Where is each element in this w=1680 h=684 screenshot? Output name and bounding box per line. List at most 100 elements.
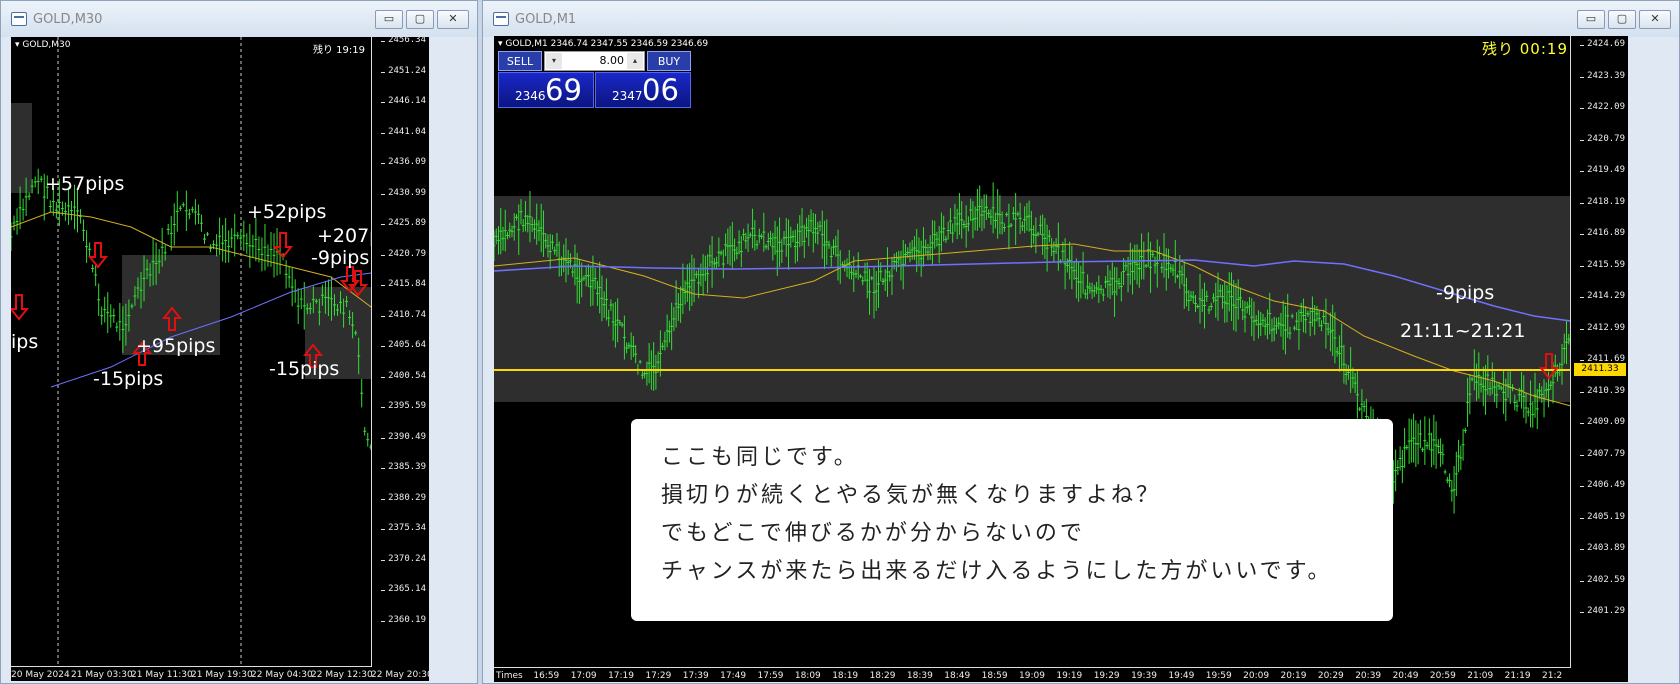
bid-price-box[interactable]: 2346 69	[498, 72, 594, 108]
time-tick-label: 17:49	[720, 671, 747, 681]
time-tick-label: 19:19	[1056, 671, 1083, 681]
bid-price-digits: 69	[545, 73, 582, 107]
pips-label-cut: ips	[11, 331, 39, 353]
m30-chart-area[interactable]: ▾ GOLD,M30 残り 19:19 ips +57pips +95pips …	[11, 37, 429, 681]
time-tick-label: 22 May 04:30	[251, 670, 313, 680]
chart-window-icon	[493, 12, 509, 26]
minimize-button[interactable]: ▭	[375, 10, 403, 29]
m1-chart-area[interactable]: ▾ GOLD,M1 2346.74 2347.55 2346.59 2346.6…	[494, 36, 1628, 682]
pips-label: -9pips	[1436, 282, 1495, 304]
right-window-title: GOLD,M1	[515, 11, 577, 27]
time-tick-label: 18:39	[906, 671, 933, 681]
maximize-button[interactable]: ▢	[1608, 10, 1636, 29]
time-tick-label: 16:59	[533, 671, 560, 681]
m30-price-axis[interactable]: 2456.34 2451.24 2446.14 2441.04 2436.09 2430.…	[371, 37, 429, 681]
left-chart-window[interactable]: GOLD,M30 ▭ ▢ ✕ ▾ GOLD,M30 残り 19:19 ips +…	[0, 0, 478, 684]
time-tick-label: 17:39	[682, 671, 709, 681]
lot-size-input[interactable]: ▾ 8.00 ▴	[544, 51, 645, 71]
lot-increase-button[interactable]: ▴	[627, 53, 643, 69]
price-tick-label: 2451.24	[381, 65, 426, 76]
note-line: でもどこで伸びるかが分からないので	[661, 521, 1085, 546]
time-tick-label: 18:29	[869, 671, 896, 681]
commentary-box: ここも同じです。 損切りが続くとやる気が無くなりますよね？ でもどこで伸びるかが…	[631, 419, 1393, 621]
time-tick-label: 17:09	[570, 671, 597, 681]
time-tick-label: 19:09	[1019, 671, 1045, 681]
time-tick-label: 21 May 03:30	[71, 670, 133, 680]
price-tick-label: 2410.74	[381, 309, 426, 320]
m1-price-axis[interactable]: 2424.69 2423.39 2422.09 2420.79 2419.49 2418.…	[1570, 36, 1628, 682]
price-tick-label: 2405.64	[381, 340, 426, 351]
time-tick-label: 21:19	[1504, 671, 1531, 681]
pips-label: -9pips	[311, 247, 370, 269]
pips-label: -15pips	[269, 358, 340, 380]
price-tick-label: 2420.79	[381, 248, 426, 259]
close-button[interactable]: ✕	[1639, 10, 1671, 29]
close-button[interactable]: ✕	[437, 10, 469, 29]
price-tick-label: 2425.89	[381, 218, 426, 229]
time-tick-label: 20:59	[1429, 671, 1456, 681]
time-tick-label: 19:39	[1131, 671, 1157, 681]
price-tick-label: 2402.59	[1580, 574, 1625, 585]
price-tick-label: 2380.29	[381, 492, 426, 503]
left-window-titlebar[interactable]: GOLD,M30 ▭ ▢ ✕	[1, 1, 477, 37]
price-line-tag: 2411.33	[1574, 363, 1626, 376]
time-tick-label: 18:19	[832, 671, 859, 681]
time-tick-label: 21:09	[1467, 671, 1494, 681]
lot-size-value: 8.00	[599, 54, 625, 67]
time-tick-label: 20:09	[1243, 671, 1270, 681]
time-tick-label: 17:29	[645, 671, 672, 681]
time-tick-label: 20:39	[1355, 671, 1382, 681]
lot-decrease-button[interactable]: ▾	[546, 53, 562, 69]
price-tick-label: 2446.14	[381, 96, 426, 107]
price-tick-label: 2424.69	[1580, 39, 1625, 49]
time-tick-label: 18:49	[944, 671, 971, 681]
pips-label: +57pips	[45, 173, 125, 195]
pips-label: +95pips	[136, 335, 216, 357]
note-line: チャンスが来たら出来るだけ入るようにした方がいいです。	[661, 559, 1333, 584]
price-tick-label: 2407.79	[1580, 448, 1625, 459]
right-window-titlebar[interactable]: GOLD,M1 ▭ ▢ ✕	[483, 1, 1679, 37]
price-tick-label: 2430.99	[381, 187, 426, 198]
price-tick-label: 2390.49	[381, 431, 426, 442]
time-tick-label: 20:19	[1280, 671, 1307, 681]
note-line: ここも同じです。	[661, 445, 859, 470]
m1-symbol-label: ▾ GOLD,M1 2346.74 2347.55 2346.59 2346.6…	[498, 39, 709, 49]
maximize-button[interactable]: ▢	[406, 10, 434, 29]
price-tick-label: 2420.79	[1580, 133, 1625, 144]
price-tick-label: 2406.49	[1580, 480, 1625, 490]
pips-label: -15pips	[93, 368, 164, 390]
note-line: 損切りが続くとやる気が無くなりますよね？	[661, 483, 1162, 508]
time-tick-label: 22 May 20:30	[371, 670, 429, 680]
price-tick-label: 2360.19	[381, 615, 426, 625]
pips-label: +52pips	[247, 201, 327, 223]
price-tick-label: 2400.54	[381, 370, 426, 381]
time-tick-label: 19:59	[1205, 671, 1232, 681]
time-tick-label: 20 May 2024	[11, 670, 70, 680]
price-tick-label: 2370.24	[381, 553, 426, 564]
m30-time-axis[interactable]: 20 May 2024 21 May 03:30 21 May 11:30 21 Ma…	[11, 666, 429, 681]
price-tick-label: 2441.04	[381, 126, 426, 137]
minimize-button[interactable]: ▭	[1577, 10, 1605, 29]
price-tick-label: 2401.29	[1580, 606, 1625, 616]
price-tick-label: 2436.09	[381, 157, 426, 168]
ask-price-prefix: 2347	[612, 89, 643, 103]
time-tick-label: 18:09	[794, 671, 821, 681]
time-tick-label: 18:59	[981, 671, 1008, 681]
time-tick-label: 19:49	[1168, 671, 1195, 681]
price-tick-label: 2365.14	[381, 584, 426, 595]
time-tick-label: 21:2	[1542, 671, 1563, 681]
time-tick-label: Times	[496, 671, 523, 681]
time-tick-label: 20:49	[1392, 671, 1419, 681]
price-tick-label: 2403.89	[1580, 543, 1625, 553]
time-tick-label: 21 May 19:30	[191, 670, 253, 680]
price-tick-label: 2410.39	[1580, 385, 1625, 396]
sell-button[interactable]: SELL	[498, 51, 542, 71]
price-tick-label: 2415.59	[1580, 259, 1625, 270]
ask-price-digits: 06	[642, 73, 679, 107]
sell-arrow-icon	[11, 294, 30, 321]
buy-button[interactable]: BUY	[647, 51, 691, 71]
ask-price-box[interactable]: 2347 06	[595, 72, 691, 108]
one-click-trading-panel: SELL ▾ 8.00 ▴ BUY 2346 69 2347 06	[498, 51, 691, 108]
price-tick-label: 2423.39	[1580, 70, 1625, 81]
m1-time-axis[interactable]: Times 16:59 17:09 17:19 17:29 17:39 17:49 17:59…	[494, 667, 1571, 682]
